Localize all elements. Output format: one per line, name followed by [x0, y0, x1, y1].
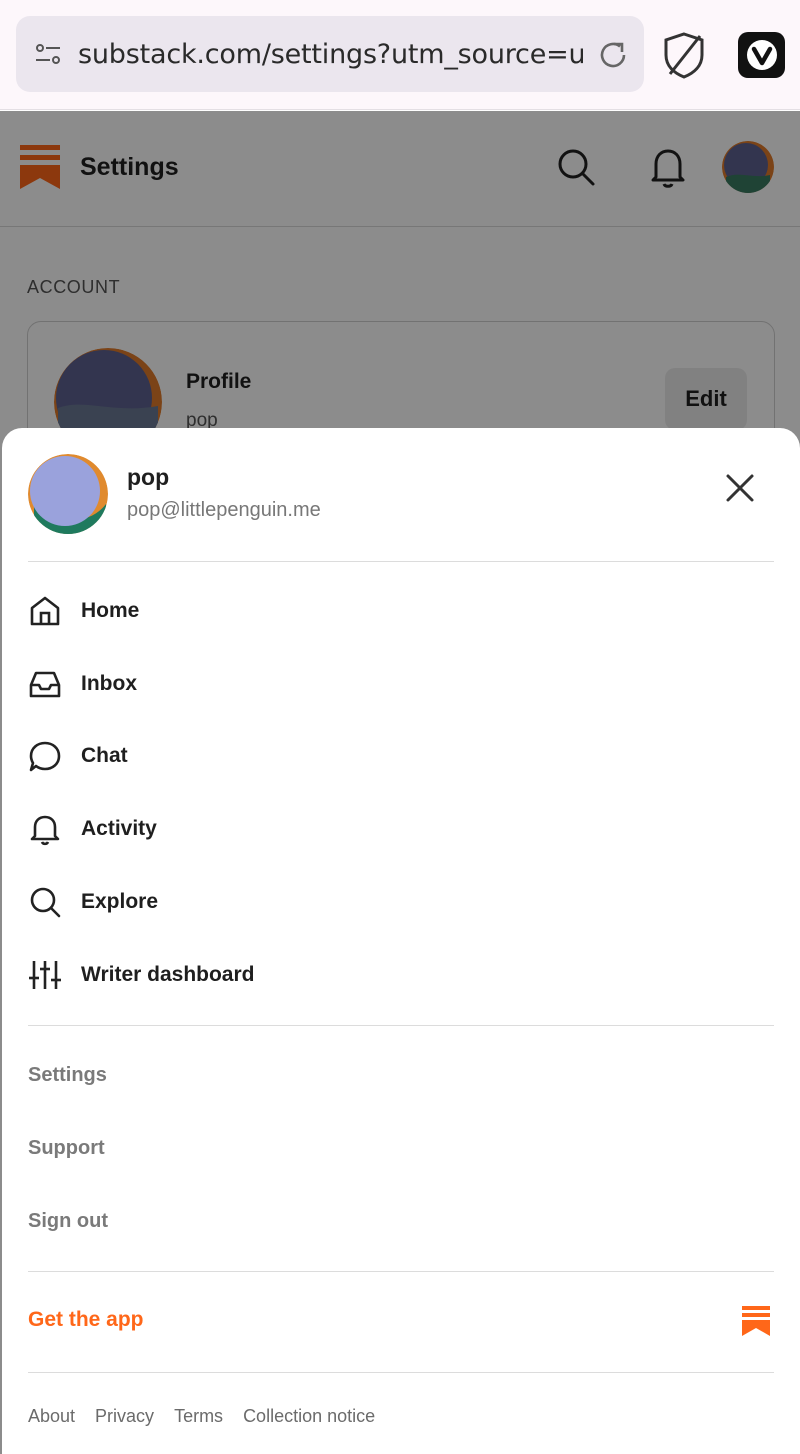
nav-item-activity[interactable]: Activity [28, 801, 774, 857]
sign-out-link[interactable]: Sign out [28, 1210, 108, 1233]
home-icon [30, 596, 60, 626]
search-icon [30, 887, 61, 918]
privacy-link[interactable]: Privacy [95, 1406, 154, 1427]
avatar [28, 454, 108, 534]
divider [28, 561, 774, 562]
nav-label: Inbox [81, 672, 137, 695]
nav-label: Explore [81, 890, 159, 913]
nav-item-explore[interactable]: Explore [28, 874, 774, 930]
tune-icon[interactable] [34, 40, 62, 68]
shield-icon[interactable] [660, 30, 708, 80]
nav-item-chat[interactable]: Chat [28, 728, 774, 784]
bell-icon [30, 815, 60, 846]
sliders-icon [29, 961, 61, 989]
user-email: pop@littlepenguin.me [127, 499, 321, 521]
support-link[interactable]: Support [28, 1137, 105, 1160]
substack-logo-icon[interactable] [742, 1306, 770, 1336]
terms-link[interactable]: Terms [174, 1406, 223, 1427]
get-app-link[interactable]: Get the app [28, 1308, 144, 1332]
account-menu-sheet: pop pop@littlepenguin.me Home Inbox Chat… [2, 428, 800, 1454]
browser-toolbar: substack.com/settings?utm_source=user- [0, 0, 800, 110]
divider [28, 1025, 774, 1026]
url-text[interactable]: substack.com/settings?utm_source=user- [78, 39, 583, 70]
address-bar[interactable]: substack.com/settings?utm_source=user- [16, 16, 644, 92]
close-icon[interactable] [720, 468, 760, 508]
user-name: pop [127, 464, 170, 490]
nav-label: Writer dashboard [81, 963, 255, 986]
inbox-icon [29, 671, 61, 698]
divider [28, 1372, 774, 1373]
nav-item-inbox[interactable]: Inbox [28, 656, 774, 712]
settings-link[interactable]: Settings [28, 1064, 107, 1087]
nav-label: Home [81, 599, 140, 622]
nav-label: Activity [81, 817, 157, 840]
reload-icon[interactable] [596, 38, 630, 72]
vivaldi-icon[interactable] [738, 32, 785, 78]
divider [28, 1271, 774, 1272]
nav-item-writer-dashboard[interactable]: Writer dashboard [28, 947, 774, 1003]
nav-label: Chat [81, 744, 128, 767]
collection-notice-link[interactable]: Collection notice [243, 1406, 375, 1427]
nav-item-home[interactable]: Home [28, 583, 774, 639]
chat-icon [29, 741, 61, 772]
about-link[interactable]: About [28, 1406, 75, 1427]
footer-links: About Privacy Terms Collection notice [28, 1406, 375, 1427]
